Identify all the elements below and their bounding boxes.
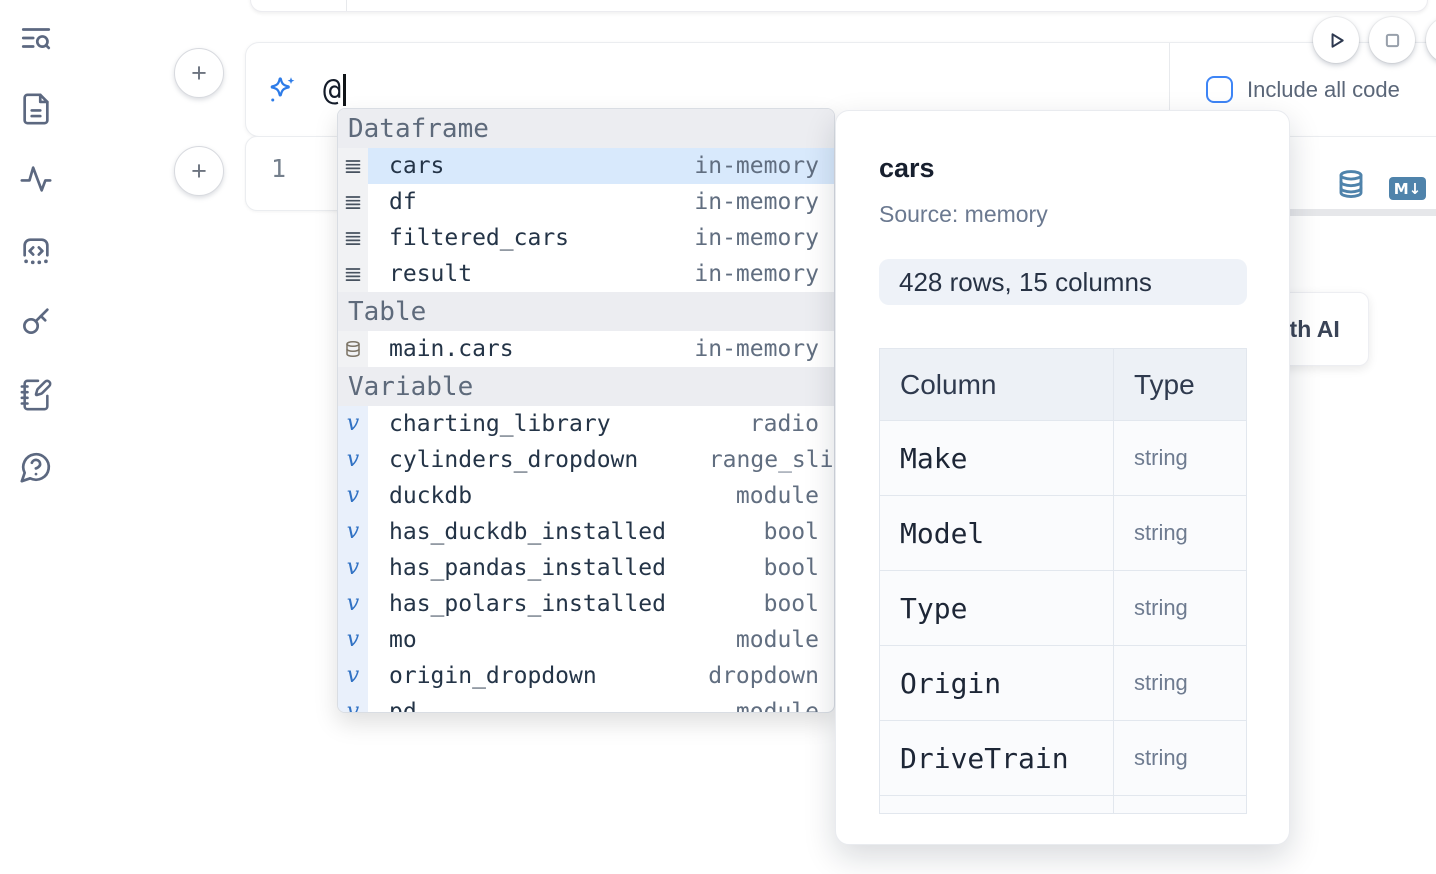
variable-icon: v (338, 622, 368, 658)
completion-item-cars[interactable]: carsin-memory (338, 148, 834, 184)
line-number: 1 (271, 154, 286, 183)
cell-divider (346, 0, 347, 11)
stop-cell-button[interactable] (1369, 17, 1415, 63)
schema-table-row: Model string (880, 495, 1246, 570)
marimo-notebook: + + @ Include all code 1 M↓ Generate wit… (0, 0, 1436, 874)
stop-icon (1379, 27, 1406, 54)
variable-icon: v (338, 694, 368, 713)
completion-item-has-duckdb-installed[interactable]: v has_duckdb_installedbool (338, 514, 834, 550)
completion-item-duckdb[interactable]: v duckdbmodule (338, 478, 834, 514)
schema-table-row: Make string (880, 420, 1246, 495)
prompt-value: @ (323, 73, 341, 108)
completion-item-charting-library[interactable]: v charting_libraryradio (338, 406, 834, 442)
run-cell-button[interactable] (1313, 17, 1359, 63)
schema-table-row: DriveTrain string (880, 720, 1246, 795)
play-icon (1323, 27, 1350, 54)
variable-icon: v (338, 406, 368, 442)
completion-item-cylinders-dropdown[interactable]: v cylinders_dropdownrange_slider (338, 442, 834, 478)
dataframe-rows-icon (338, 148, 368, 184)
help-chat-icon[interactable] (19, 450, 53, 484)
schema-table-header: Column Type (880, 349, 1246, 420)
file-document-icon[interactable] (19, 92, 53, 126)
shape-badge: 428 rows, 15 columns (879, 259, 1247, 305)
schema-table-row: Type string (880, 570, 1246, 645)
completion-section-header: Table (338, 292, 834, 331)
add-cell-button[interactable]: + (174, 48, 224, 98)
include-all-code-checkbox[interactable] (1206, 76, 1233, 103)
ai-sparkle-icon (267, 75, 297, 105)
variable-icon: v (338, 550, 368, 586)
text-cursor (343, 74, 346, 106)
variable-icon: v (338, 442, 368, 478)
variable-icon: v (338, 514, 368, 550)
include-all-code-label: Include all code (1247, 77, 1400, 103)
completion-item-has-pandas-installed[interactable]: v has_pandas_installedbool (338, 550, 834, 586)
notebook-pen-icon[interactable] (19, 378, 53, 412)
completion-section-header: Variable (338, 367, 834, 406)
completion-item-origin-dropdown[interactable]: v origin_dropdowndropdown (338, 658, 834, 694)
markdown-icon[interactable]: M↓ (1389, 177, 1426, 200)
database-icon (338, 331, 368, 367)
table-of-contents-search-icon[interactable] (19, 21, 53, 55)
dataframe-preview-panel: cars Source: memory 428 rows, 15 columns… (835, 110, 1290, 845)
completion-section-header: Dataframe (338, 109, 834, 148)
schema-table-row: Origin string (880, 645, 1246, 720)
code-snippet-icon[interactable] (19, 234, 53, 268)
dataframe-rows-icon (338, 184, 368, 220)
add-cell-button[interactable]: + (174, 146, 224, 196)
database-sources-icon[interactable] (1336, 169, 1366, 199)
variable-icon: v (338, 478, 368, 514)
preview-source: Source: memory (879, 201, 1048, 228)
dataframe-rows-icon (338, 220, 368, 256)
variable-icon: v (338, 586, 368, 622)
completion-item-mo[interactable]: v momodule (338, 622, 834, 658)
preview-title: cars (879, 153, 935, 184)
completion-item-result[interactable]: resultin-memory (338, 256, 834, 292)
key-icon[interactable] (19, 304, 53, 338)
schema-table-row (880, 795, 1246, 814)
completion-item-filtered-cars[interactable]: filtered_carsin-memory (338, 220, 834, 256)
include-all-code-option[interactable]: Include all code (1206, 76, 1400, 103)
mention-completion-dropdown[interactable]: Dataframe carsin-memory dfin-memory filt… (337, 108, 835, 713)
completion-item-df[interactable]: dfin-memory (338, 184, 834, 220)
completion-item-has-polars-installed[interactable]: v has_polars_installedbool (338, 586, 834, 622)
ai-prompt-input[interactable]: @ (323, 71, 346, 109)
variable-icon: v (338, 658, 368, 694)
activity-icon[interactable] (19, 162, 53, 196)
completion-item-main-cars[interactable]: main.carsin-memory (338, 331, 834, 367)
completion-item-pd[interactable]: v pdmodule (338, 694, 834, 713)
dataframe-rows-icon (338, 256, 368, 292)
previous-cell-partial (250, 0, 1428, 12)
schema-table: Column Type Make string Model string Typ… (879, 348, 1247, 814)
